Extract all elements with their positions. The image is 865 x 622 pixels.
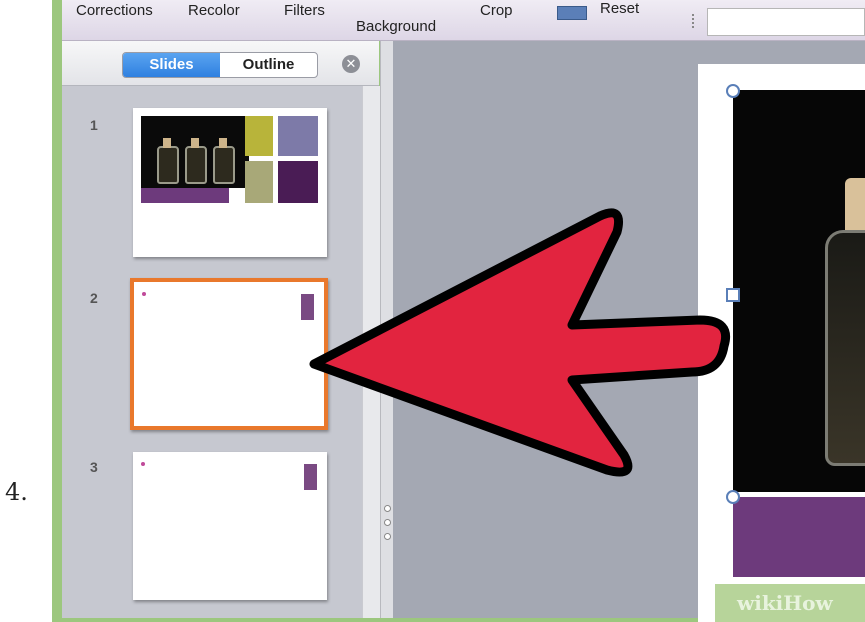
step-number: 4. bbox=[5, 478, 28, 506]
red-arrow-icon bbox=[309, 208, 730, 477]
wikihow-watermark: wikiHow bbox=[715, 584, 865, 622]
app-window: Corrections Recolor Filters Background C… bbox=[52, 0, 865, 622]
